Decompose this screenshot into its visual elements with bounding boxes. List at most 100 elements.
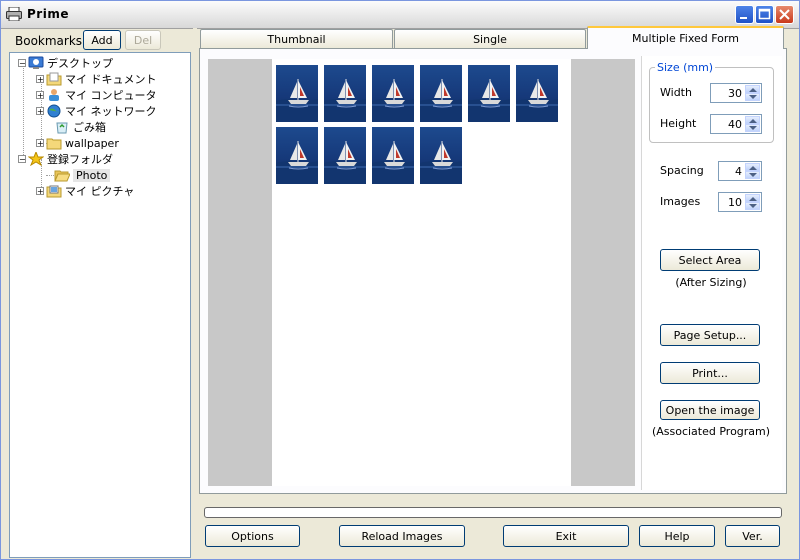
window-title: Prime [27, 7, 69, 21]
expand-icon[interactable]: + [36, 91, 44, 100]
network-globe-icon [47, 104, 61, 118]
select-area-button[interactable]: Select Area [660, 249, 760, 271]
photo-thumbnail [372, 127, 414, 184]
tree-item-wallpaper[interactable]: + wallpaper [36, 135, 119, 151]
photo-thumbnail [324, 65, 366, 122]
tree-item-label: ごみ箱 [73, 121, 106, 134]
tree-item-my-pictures[interactable]: + マイ ピクチャ [36, 183, 134, 199]
spacing-decrement-button[interactable] [745, 171, 760, 179]
associated-program-note: (Associated Program) [651, 425, 771, 438]
progress-bar [204, 507, 782, 518]
images-label: Images [660, 195, 701, 208]
images-value: 10 [728, 196, 742, 209]
spacing-value: 4 [735, 165, 742, 178]
tree-item-label: wallpaper [65, 136, 119, 150]
arrow-up-icon [749, 88, 757, 92]
tree-item-label: マイ ドキュメント [65, 73, 157, 86]
arrow-down-icon [749, 204, 757, 208]
height-value: 40 [728, 118, 742, 131]
computer-icon [49, 89, 59, 101]
open-image-button[interactable]: Open the image [660, 400, 760, 420]
delete-bookmark-button[interactable]: Del [125, 30, 161, 50]
spacing-label: Spacing [660, 164, 704, 177]
preview-page [272, 59, 571, 486]
expand-icon[interactable]: + [36, 139, 44, 148]
tree-item-desktop[interactable]: − デスクトップ [18, 55, 113, 71]
height-stepper[interactable]: 40 [710, 114, 762, 134]
minimize-icon [740, 17, 747, 19]
arrow-down-icon [749, 173, 757, 177]
expand-icon[interactable]: + [36, 75, 44, 84]
pictures-folder-icon [46, 185, 62, 198]
open-folder-icon [54, 170, 70, 182]
width-label: Width [660, 86, 692, 99]
height-label: Height [660, 117, 697, 130]
title-bar[interactable]: Prime [1, 1, 799, 29]
maximize-icon [758, 8, 771, 20]
maximize-button[interactable] [755, 5, 774, 24]
close-button[interactable] [775, 5, 794, 24]
height-decrement-button[interactable] [745, 124, 760, 132]
photo-thumbnail [468, 65, 510, 122]
pane-splitter[interactable] [193, 28, 197, 559]
folder-tree[interactable]: − デスクトップ + マイ ドキュメント + マイ コンピュータ + マイ ネッ… [9, 52, 191, 558]
images-decrement-button[interactable] [745, 202, 760, 210]
collapse-icon[interactable]: − [18, 155, 26, 164]
documents-folder-icon [46, 72, 62, 86]
print-button[interactable]: Print... [660, 362, 760, 384]
printer-icon [6, 7, 22, 21]
after-sizing-note: (After Sizing) [675, 276, 747, 289]
folder-icon [46, 138, 62, 150]
tab-thumbnail[interactable]: Thumbnail [200, 29, 393, 48]
tree-item-my-documents[interactable]: + マイ ドキュメント [36, 71, 157, 87]
help-button[interactable]: Help [639, 525, 715, 547]
version-button[interactable]: Ver. [725, 525, 780, 547]
recycle-bin-icon [56, 122, 68, 134]
size-group-legend: Size (mm) [655, 61, 716, 74]
images-increment-button[interactable] [745, 194, 760, 202]
arrow-up-icon [749, 166, 757, 170]
collapse-icon[interactable]: − [18, 59, 26, 68]
arrow-up-icon [749, 119, 757, 123]
minimize-button[interactable] [735, 5, 754, 24]
width-decrement-button[interactable] [745, 93, 760, 101]
tree-item-label: マイ コンピュータ [65, 89, 157, 102]
tree-item-registered-folders[interactable]: − 登録フォルダ [18, 151, 113, 167]
width-stepper[interactable]: 30 [710, 83, 762, 103]
arrow-down-icon [749, 126, 757, 130]
close-icon [779, 9, 790, 20]
tree-item-my-computer[interactable]: + マイ コンピュータ [36, 87, 157, 103]
tree-item-label: Photo [73, 168, 111, 182]
height-increment-button[interactable] [745, 116, 760, 124]
tree-item-label: マイ ピクチャ [65, 185, 135, 198]
arrow-up-icon [749, 197, 757, 201]
add-bookmark-button[interactable]: Add [83, 30, 121, 50]
desktop-icon [28, 56, 44, 69]
photo-thumbnail [372, 65, 414, 122]
width-increment-button[interactable] [745, 85, 760, 93]
exit-button[interactable]: Exit [503, 525, 629, 547]
page-setup-button[interactable]: Page Setup... [660, 324, 760, 346]
tree-item-my-network[interactable]: + マイ ネットワーク [36, 103, 157, 119]
tree-item-photo[interactable]: Photo [54, 167, 111, 183]
spacing-stepper[interactable]: 4 [718, 161, 762, 181]
arrow-down-icon [749, 95, 757, 99]
main-window: Prime Bookmarks Add Del − デスクトップ + マイ ドキ… [0, 0, 800, 560]
tab-multiple-fixed-form[interactable]: Multiple Fixed Form [587, 26, 784, 49]
options-button[interactable]: Options [205, 525, 300, 547]
photo-thumbnail [420, 127, 462, 184]
expand-icon[interactable]: + [36, 187, 44, 196]
tree-item-label: デスクトップ [47, 57, 113, 70]
reload-images-button[interactable]: Reload Images [339, 525, 465, 547]
tree-item-label: 登録フォルダ [47, 153, 113, 166]
expand-icon[interactable]: + [36, 107, 44, 116]
images-stepper[interactable]: 10 [718, 192, 762, 212]
tab-single[interactable]: Single [394, 29, 586, 48]
tree-item-recycle-bin[interactable]: ごみ箱 [54, 119, 106, 135]
spacing-increment-button[interactable] [745, 163, 760, 171]
photo-thumbnail [324, 127, 366, 184]
width-value: 30 [728, 87, 742, 100]
tree-item-label: マイ ネットワーク [65, 105, 157, 118]
photo-thumbnail [276, 65, 318, 122]
star-icon [28, 152, 44, 166]
